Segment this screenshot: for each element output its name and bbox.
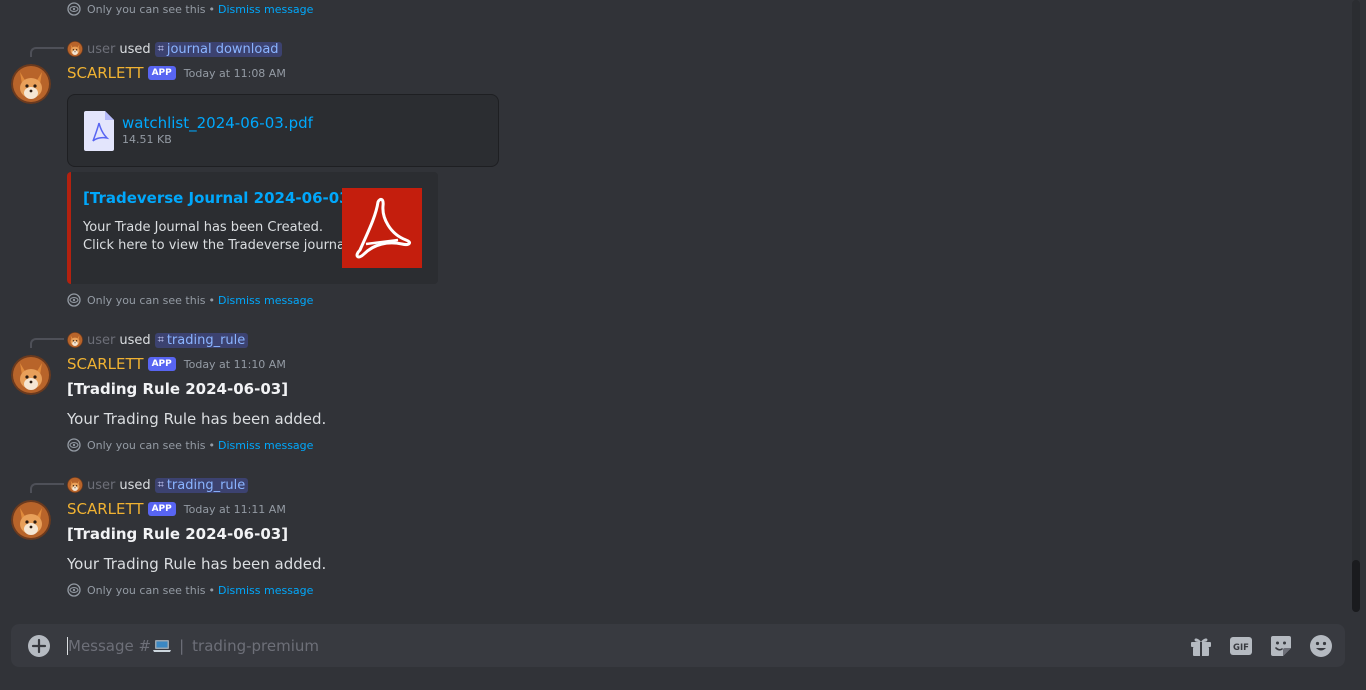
bot-avatar[interactable] bbox=[11, 355, 51, 395]
ephemeral-text: Only you can see this bbox=[87, 293, 206, 307]
separator-dot: • bbox=[208, 438, 216, 452]
adobe-pdf-thumbnail-icon[interactable] bbox=[342, 188, 422, 268]
sticker-icon[interactable] bbox=[1269, 634, 1293, 658]
command-reply: user used ⌗ trading_rule bbox=[67, 331, 249, 349]
message-header: SCARLETT APP Today at 11:08 AM bbox=[67, 63, 286, 83]
ephemeral-notice: Only you can see this • Dismiss message bbox=[67, 437, 313, 453]
command-user-name[interactable]: user bbox=[87, 333, 115, 348]
ephemeral-text: Only you can see this bbox=[87, 2, 206, 16]
message-list[interactable]: Only you can see this • Dismiss message … bbox=[0, 0, 1352, 612]
author-name[interactable]: SCARLETT bbox=[67, 355, 144, 373]
gift-icon[interactable] bbox=[1189, 634, 1213, 658]
dismiss-message-link[interactable]: Dismiss message bbox=[218, 294, 313, 307]
gif-icon[interactable]: GIF bbox=[1229, 634, 1253, 658]
dismiss-message-link[interactable]: Dismiss message bbox=[218, 3, 313, 16]
placeholder-prefix: Message # bbox=[68, 636, 152, 655]
command-reply: user used ⌗ journal download bbox=[67, 40, 282, 58]
timestamp[interactable]: Today at 11:11 AM bbox=[184, 503, 286, 516]
user-avatar-mini[interactable] bbox=[67, 41, 83, 57]
embed-card: [Tradeverse Journal 2024-06-03] Your Tra… bbox=[67, 172, 438, 284]
separator-dot: • bbox=[208, 583, 216, 597]
message-input[interactable]: Message # | trading-premium bbox=[67, 624, 1067, 667]
separator-dot: • bbox=[208, 2, 216, 16]
embed-description-line: Click here to view the Tradeverse journa… bbox=[83, 238, 353, 253]
ephemeral-notice: Only you can see this • Dismiss message bbox=[67, 1, 313, 17]
command-mention[interactable]: ⌗ trading_rule bbox=[154, 477, 249, 493]
message-header: SCARLETT APP Today at 11:10 AM bbox=[67, 354, 286, 374]
attachment-file-name[interactable]: watchlist_2024-06-03.pdf bbox=[122, 114, 313, 132]
eye-icon bbox=[67, 583, 81, 597]
message-title: [Trading Rule 2024-06-03] bbox=[67, 525, 289, 543]
command-user-name[interactable]: user bbox=[87, 478, 115, 493]
embed-description: Your Trade Journal has been Created. Cli… bbox=[83, 219, 353, 255]
user-avatar-mini[interactable] bbox=[67, 477, 83, 493]
used-label: used bbox=[119, 477, 151, 493]
bot-avatar[interactable] bbox=[11, 500, 51, 540]
laptop-emoji-icon bbox=[153, 639, 172, 653]
command-user-name[interactable]: user bbox=[87, 42, 115, 57]
reply-connector bbox=[30, 338, 64, 348]
user-avatar-mini[interactable] bbox=[67, 332, 83, 348]
ephemeral-text: Only you can see this bbox=[87, 438, 206, 452]
svg-text:GIF: GIF bbox=[1233, 643, 1249, 653]
app-badge: APP bbox=[147, 66, 176, 80]
reply-connector bbox=[30, 47, 64, 57]
command-mention[interactable]: ⌗ journal download bbox=[154, 41, 282, 57]
app-badge: APP bbox=[147, 502, 176, 516]
scrollbar-track[interactable] bbox=[1352, 0, 1360, 612]
author-name[interactable]: SCARLETT bbox=[67, 500, 144, 518]
plus-circle-icon[interactable] bbox=[27, 634, 51, 658]
command-mention[interactable]: ⌗ trading_rule bbox=[154, 332, 249, 348]
ephemeral-notice: Only you can see this • Dismiss message bbox=[67, 582, 313, 598]
bot-avatar[interactable] bbox=[11, 64, 51, 104]
app-badge: APP bbox=[147, 357, 176, 371]
channel-name: trading-premium bbox=[192, 636, 320, 655]
dismiss-message-link[interactable]: Dismiss message bbox=[218, 584, 313, 597]
command-reply: user used ⌗ trading_rule bbox=[67, 476, 249, 494]
attachment-file-size: 14.51 KB bbox=[122, 133, 172, 146]
timestamp[interactable]: Today at 11:10 AM bbox=[184, 358, 286, 371]
embed-title-link[interactable]: [Tradeverse Journal 2024-06-03] bbox=[83, 189, 356, 207]
eye-icon bbox=[67, 293, 81, 307]
command-icon: ⌗ bbox=[157, 42, 164, 55]
emoji-icon[interactable] bbox=[1309, 634, 1333, 658]
scrollbar-thumb[interactable] bbox=[1352, 560, 1360, 612]
used-label: used bbox=[119, 41, 151, 57]
message-composer: Message # | trading-premium GIF bbox=[11, 624, 1345, 667]
dismiss-message-link[interactable]: Dismiss message bbox=[218, 439, 313, 452]
command-name: trading_rule bbox=[166, 332, 246, 348]
command-name: trading_rule bbox=[166, 477, 246, 493]
embed-description-line: Your Trade Journal has been Created. bbox=[83, 220, 324, 235]
used-label: used bbox=[119, 332, 151, 348]
command-icon: ⌗ bbox=[157, 333, 164, 346]
file-attachment: watchlist_2024-06-03.pdf 14.51 KB bbox=[67, 94, 499, 167]
ephemeral-notice: Only you can see this • Dismiss message bbox=[67, 292, 313, 308]
reply-connector bbox=[30, 483, 64, 493]
author-name[interactable]: SCARLETT bbox=[67, 64, 144, 82]
channel-separator: | bbox=[179, 636, 185, 655]
eye-icon bbox=[67, 438, 81, 452]
message-body: Your Trading Rule has been added. bbox=[67, 555, 327, 573]
eye-icon bbox=[67, 2, 81, 16]
message-header: SCARLETT APP Today at 11:11 AM bbox=[67, 499, 286, 519]
command-name: journal download bbox=[166, 41, 279, 57]
message-body: Your Trading Rule has been added. bbox=[67, 410, 327, 428]
ephemeral-text: Only you can see this bbox=[87, 583, 206, 597]
command-icon: ⌗ bbox=[157, 478, 164, 491]
separator-dot: • bbox=[208, 293, 216, 307]
timestamp[interactable]: Today at 11:08 AM bbox=[184, 67, 286, 80]
message-title: [Trading Rule 2024-06-03] bbox=[67, 380, 289, 398]
pdf-file-icon[interactable] bbox=[84, 111, 114, 151]
